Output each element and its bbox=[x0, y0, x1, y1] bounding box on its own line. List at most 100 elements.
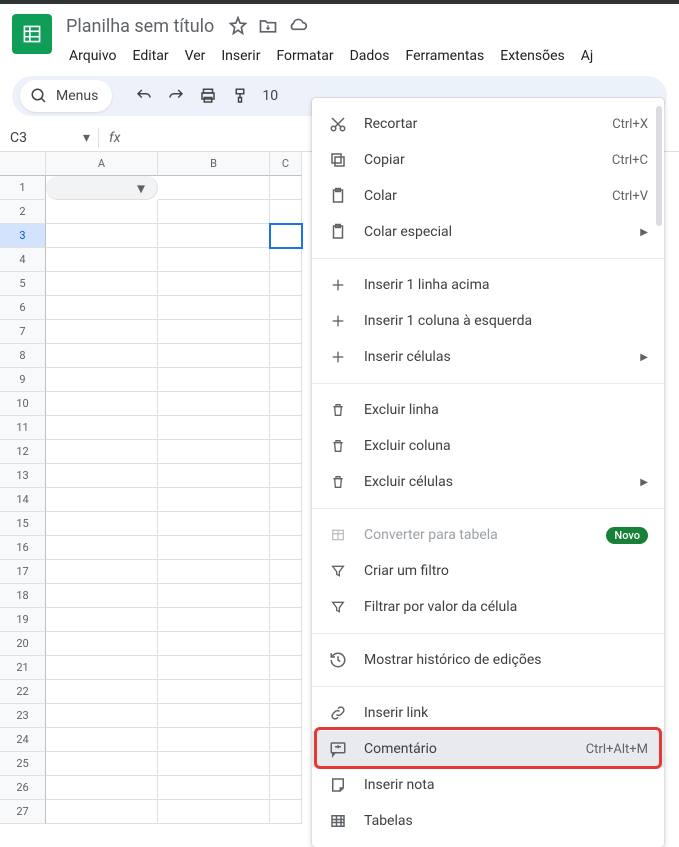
menu-ver[interactable]: Ver bbox=[178, 44, 213, 68]
cell[interactable] bbox=[158, 536, 270, 560]
menu-ajuda[interactable]: Aj bbox=[574, 44, 600, 68]
cell[interactable] bbox=[46, 536, 158, 560]
row-header[interactable]: 27 bbox=[0, 800, 46, 824]
cell[interactable] bbox=[158, 320, 270, 344]
cell[interactable] bbox=[270, 176, 302, 200]
cm-paste-special[interactable]: Colar especial ▶ bbox=[312, 214, 664, 250]
cell[interactable] bbox=[270, 728, 302, 752]
cell[interactable] bbox=[158, 392, 270, 416]
row-header[interactable]: 23 bbox=[0, 704, 46, 728]
row-header[interactable]: 26 bbox=[0, 776, 46, 800]
cell[interactable] bbox=[46, 248, 158, 272]
cell[interactable] bbox=[46, 608, 158, 632]
cm-insert-row-above[interactable]: Inserir 1 linha acima bbox=[312, 267, 664, 303]
cell[interactable] bbox=[270, 296, 302, 320]
cell[interactable] bbox=[270, 248, 302, 272]
print-button[interactable] bbox=[194, 82, 222, 110]
cm-paste[interactable]: Colar Ctrl+V bbox=[312, 178, 664, 214]
cell[interactable] bbox=[270, 416, 302, 440]
col-header-a[interactable]: A bbox=[46, 152, 158, 176]
cm-insert-cells[interactable]: Inserir células ▶ bbox=[312, 339, 664, 375]
row-header[interactable]: 13 bbox=[0, 464, 46, 488]
cell[interactable] bbox=[158, 632, 270, 656]
row-header[interactable]: 7 bbox=[0, 320, 46, 344]
cm-convert-table[interactable]: Converter para tabela Novo bbox=[312, 517, 664, 553]
menu-ferramentas[interactable]: Ferramentas bbox=[399, 44, 492, 68]
menu-extensoes[interactable]: Extensões bbox=[493, 44, 572, 68]
cm-tables[interactable]: Tabelas bbox=[312, 803, 664, 839]
col-header-b[interactable]: B bbox=[158, 152, 270, 176]
row-header[interactable]: 12 bbox=[0, 440, 46, 464]
cell[interactable] bbox=[270, 560, 302, 584]
cell[interactable] bbox=[46, 512, 158, 536]
cell[interactable] bbox=[270, 512, 302, 536]
row-header[interactable]: 9 bbox=[0, 368, 46, 392]
cell[interactable] bbox=[46, 440, 158, 464]
cell[interactable] bbox=[158, 368, 270, 392]
cell[interactable] bbox=[46, 560, 158, 584]
row-header[interactable]: 2 bbox=[0, 200, 46, 224]
cm-copy[interactable]: Copiar Ctrl+C bbox=[312, 142, 664, 178]
scrollbar-thumb[interactable] bbox=[656, 106, 662, 226]
cell[interactable] bbox=[270, 632, 302, 656]
cell[interactable] bbox=[270, 584, 302, 608]
cell[interactable] bbox=[270, 752, 302, 776]
row-header[interactable]: 25 bbox=[0, 752, 46, 776]
cell[interactable] bbox=[158, 488, 270, 512]
cell[interactable] bbox=[158, 776, 270, 800]
row-header[interactable]: 11 bbox=[0, 416, 46, 440]
cloud-icon[interactable] bbox=[288, 16, 308, 36]
cell[interactable] bbox=[46, 584, 158, 608]
cell[interactable] bbox=[270, 800, 302, 824]
cell[interactable] bbox=[46, 320, 158, 344]
move-icon[interactable] bbox=[258, 16, 278, 36]
cell[interactable] bbox=[46, 752, 158, 776]
cm-insert-link[interactable]: Inserir link bbox=[312, 695, 664, 731]
row-header[interactable]: 10 bbox=[0, 392, 46, 416]
cell[interactable] bbox=[158, 200, 270, 224]
cell[interactable] bbox=[270, 224, 302, 248]
row-header[interactable]: 22 bbox=[0, 680, 46, 704]
cm-cut[interactable]: Recortar Ctrl+X bbox=[312, 106, 664, 142]
cell[interactable] bbox=[46, 344, 158, 368]
cell[interactable] bbox=[270, 344, 302, 368]
cell[interactable] bbox=[46, 488, 158, 512]
row-header[interactable]: 19 bbox=[0, 608, 46, 632]
cell[interactable] bbox=[270, 440, 302, 464]
cm-history[interactable]: Mostrar histórico de edições bbox=[312, 642, 664, 678]
cell[interactable] bbox=[270, 776, 302, 800]
zoom-value[interactable]: 10 bbox=[258, 88, 282, 104]
row-header[interactable]: 24 bbox=[0, 728, 46, 752]
cell[interactable] bbox=[158, 440, 270, 464]
cm-comment[interactable]: Comentário Ctrl+Alt+M bbox=[312, 731, 664, 767]
cm-insert-col-left[interactable]: Inserir 1 coluna à esquerda bbox=[312, 303, 664, 339]
paint-format-button[interactable] bbox=[226, 82, 254, 110]
cm-delete-cells[interactable]: Excluir células ▶ bbox=[312, 464, 664, 500]
cell[interactable] bbox=[158, 464, 270, 488]
cell[interactable] bbox=[158, 344, 270, 368]
cell[interactable] bbox=[270, 320, 302, 344]
row-header[interactable]: 15 bbox=[0, 512, 46, 536]
cell[interactable] bbox=[158, 752, 270, 776]
name-box[interactable]: C3 ▾ bbox=[0, 130, 98, 146]
cell[interactable] bbox=[158, 224, 270, 248]
cell[interactable] bbox=[46, 296, 158, 320]
menu-dados[interactable]: Dados bbox=[343, 44, 397, 68]
cell[interactable] bbox=[158, 560, 270, 584]
cell[interactable] bbox=[46, 368, 158, 392]
menu-inserir[interactable]: Inserir bbox=[214, 44, 267, 68]
row-header[interactable]: 17 bbox=[0, 560, 46, 584]
cell[interactable] bbox=[158, 248, 270, 272]
cell[interactable] bbox=[46, 272, 158, 296]
cell[interactable] bbox=[46, 776, 158, 800]
undo-button[interactable] bbox=[130, 82, 158, 110]
cell[interactable] bbox=[46, 704, 158, 728]
row-header[interactable]: 6 bbox=[0, 296, 46, 320]
menu-search[interactable]: Menus bbox=[20, 80, 112, 112]
cell[interactable] bbox=[158, 704, 270, 728]
star-icon[interactable] bbox=[228, 16, 248, 36]
cell[interactable] bbox=[158, 512, 270, 536]
row-header[interactable]: 8 bbox=[0, 344, 46, 368]
cell[interactable] bbox=[158, 296, 270, 320]
row-header[interactable]: 3 bbox=[0, 224, 46, 248]
